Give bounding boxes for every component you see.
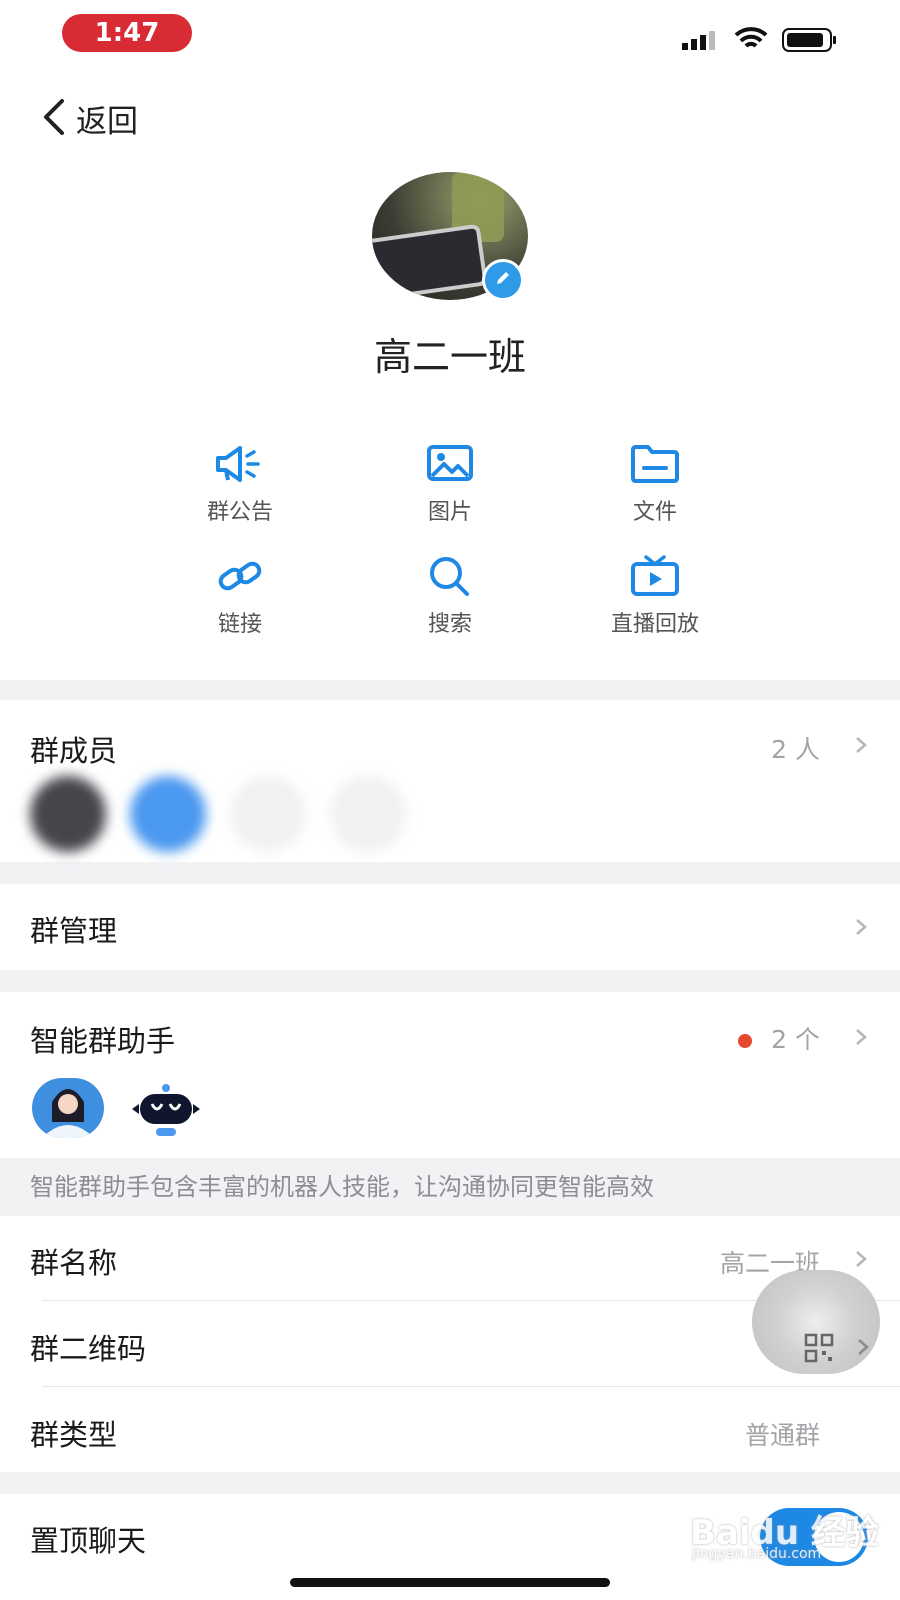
action-label: 链接	[217, 612, 262, 637]
action-search[interactable]: 搜索	[360, 554, 540, 638]
group-name-title: 高二一班	[373, 335, 526, 379]
add-member-button[interactable]	[230, 776, 306, 852]
group-type-label: 群类型	[30, 1418, 118, 1452]
action-files[interactable]: 文件	[565, 442, 745, 526]
action-label: 图片	[427, 500, 472, 525]
folder-icon	[565, 442, 745, 486]
assistant-count: 2 个	[771, 1025, 820, 1054]
divider	[42, 1386, 900, 1387]
assistant-hint: 智能群助手包含丰富的机器人技能，让沟通协同更智能高效	[0, 1158, 900, 1216]
group-type-row: 群类型 普通群	[0, 1388, 900, 1472]
action-label: 文件	[632, 500, 677, 525]
edit-avatar-button[interactable]	[482, 259, 524, 301]
action-images[interactable]: 图片	[360, 442, 540, 526]
action-announcement[interactable]: 群公告	[150, 442, 330, 526]
wifi-icon	[734, 26, 768, 56]
pin-chat-label: 置顶聊天	[30, 1524, 147, 1558]
chevron-right-icon	[856, 1029, 867, 1045]
assistant-avatar-woman[interactable]	[32, 1078, 104, 1138]
megaphone-icon	[150, 442, 330, 486]
action-live-replay[interactable]: 直播回放	[565, 554, 745, 638]
assistant-title: 智能群助手	[30, 1024, 176, 1058]
home-indicator[interactable]	[290, 1578, 610, 1587]
chevron-right-icon	[856, 1251, 867, 1267]
qr-code-icon	[804, 1333, 834, 1367]
robot-icon[interactable]	[130, 1082, 202, 1140]
status-time: 1:47	[62, 14, 192, 52]
chevron-right-icon	[856, 919, 867, 935]
action-label: 群公告	[206, 500, 273, 525]
chevron-left-icon	[38, 97, 68, 141]
new-badge-dot	[738, 1034, 752, 1048]
group-management-row[interactable]: 群管理	[0, 884, 900, 970]
tv-icon	[565, 554, 745, 598]
members-section[interactable]: 群成员 2 人	[0, 700, 900, 862]
members-count: 2 人	[771, 735, 820, 764]
remove-member-button[interactable]	[330, 776, 406, 852]
member-avatar[interactable]	[130, 776, 206, 852]
baidu-watermark-url: jingyan.baidu.com	[692, 1546, 822, 1562]
battery-icon	[782, 28, 838, 56]
management-title: 群管理	[30, 914, 118, 948]
group-name-label: 群名称	[30, 1246, 118, 1280]
member-avatar[interactable]	[30, 776, 106, 852]
action-label: 直播回放	[610, 612, 699, 637]
group-type-value: 普通群	[744, 1421, 820, 1450]
back-label: 返回	[76, 104, 138, 140]
group-qr-label: 群二维码	[30, 1332, 147, 1366]
chevron-right-icon	[858, 1339, 869, 1355]
action-links[interactable]: 链接	[150, 554, 330, 638]
members-title: 群成员	[30, 734, 118, 768]
chevron-right-icon	[856, 737, 867, 753]
pencil-icon	[494, 269, 512, 291]
link-icon	[150, 554, 330, 598]
image-icon	[360, 442, 540, 486]
assistant-section[interactable]: 智能群助手 2 个	[0, 992, 900, 1158]
back-button[interactable]: 返回	[38, 96, 138, 141]
search-icon	[360, 554, 540, 598]
signal-icon	[682, 30, 722, 54]
action-label: 搜索	[427, 612, 472, 637]
